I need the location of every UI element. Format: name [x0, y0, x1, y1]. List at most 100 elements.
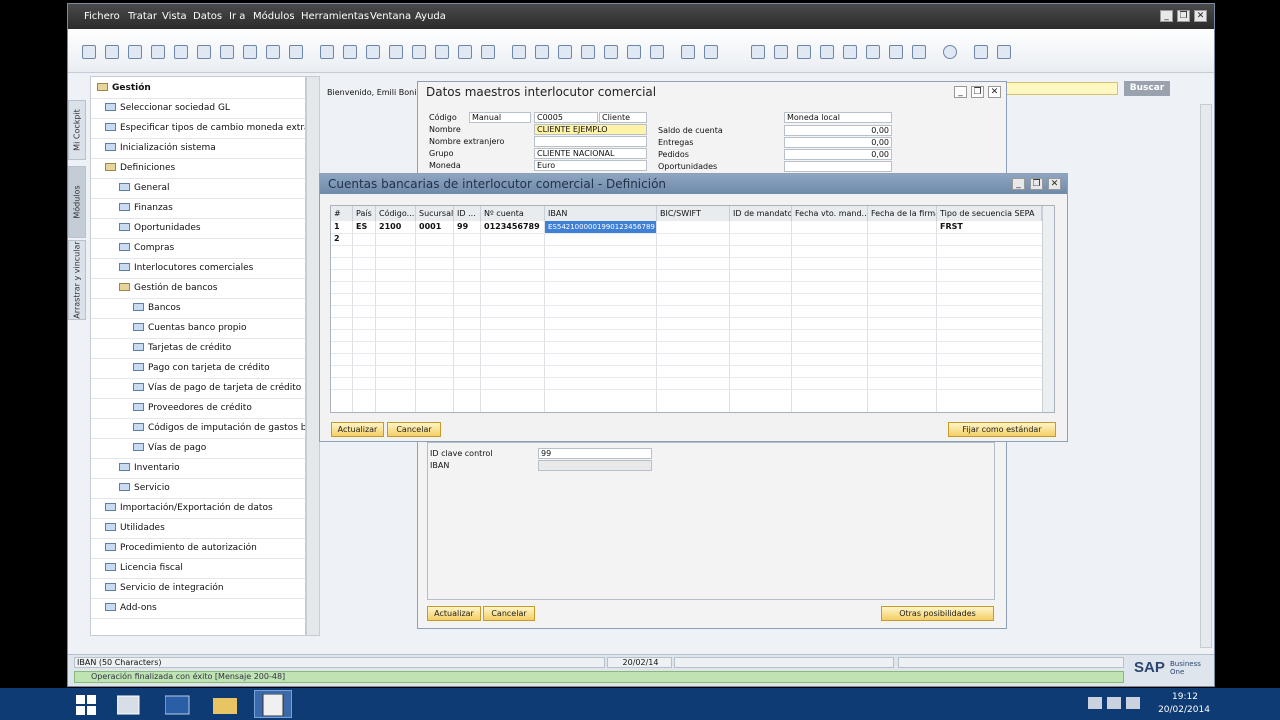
grid-cell-id[interactable]	[454, 233, 480, 245]
sms-icon[interactable]	[151, 45, 165, 59]
tree-item[interactable]: Finanzas	[119, 199, 305, 217]
grid-cell-pais[interactable]	[353, 233, 375, 245]
first-record-icon[interactable]	[366, 45, 380, 59]
codigo-field[interactable]: C0005	[534, 112, 598, 123]
bank-close-button[interactable]: ✕	[1048, 178, 1061, 190]
gross-profit-icon[interactable]	[604, 45, 618, 59]
users-icon[interactable]	[820, 45, 834, 59]
grid-cell-codigo[interactable]	[376, 233, 415, 245]
grid-cell-fecha_vto[interactable]	[792, 221, 867, 233]
network-icon[interactable]	[1107, 697, 1121, 709]
messages-icon[interactable]	[774, 45, 788, 59]
menu-datos[interactable]: Datos	[193, 11, 222, 22]
grid-cell-n[interactable]: 1	[331, 221, 352, 233]
tree-item[interactable]: Proveedores de crédito	[133, 399, 305, 417]
menu-ventana[interactable]: Ventana	[370, 11, 411, 22]
grid-scrollbar[interactable]	[1042, 206, 1054, 412]
nombre-field[interactable]: CLIENTE EJEMPLO	[534, 124, 647, 135]
find-icon[interactable]	[320, 45, 334, 59]
grid-cell-fecha_firma[interactable]	[868, 233, 936, 245]
tipo-select[interactable]: Cliente	[599, 112, 647, 123]
grid-cell-pais[interactable]: ES	[353, 221, 375, 233]
bank-minimize-button[interactable]: _	[1012, 178, 1025, 190]
base-document-icon[interactable]	[512, 45, 526, 59]
grid-cell-iban[interactable]	[545, 233, 656, 245]
tree-item[interactable]: General	[119, 179, 305, 197]
grid-column-header[interactable]: ID de mandato	[730, 206, 792, 221]
target-document-icon[interactable]	[535, 45, 549, 59]
menu-tratar[interactable]: Tratar	[128, 11, 157, 22]
grid-column-header[interactable]: #	[331, 206, 353, 221]
grid-cell-codigo[interactable]: 2100	[376, 221, 415, 233]
app-close-button[interactable]: ✕	[1194, 10, 1207, 22]
moneda-select[interactable]: Euro	[534, 160, 647, 171]
help-icon[interactable]	[943, 45, 957, 59]
clock-date[interactable]: 20/02/2014	[1150, 705, 1218, 715]
menu-fichero[interactable]: Fichero	[84, 11, 120, 22]
grid-cell-cuenta[interactable]	[481, 233, 544, 245]
filter-icon[interactable]	[458, 45, 472, 59]
grid-cell-mandato[interactable]	[730, 221, 791, 233]
related-map-icon[interactable]	[650, 45, 664, 59]
tree-item[interactable]: Servicio	[119, 479, 305, 497]
edit-icon[interactable]	[681, 45, 695, 59]
grid-cell-iban[interactable]: ES5421000001990123456789	[545, 221, 656, 233]
tree-item[interactable]: Add-ons	[105, 599, 305, 617]
tree-item[interactable]: Inventario	[119, 459, 305, 477]
print-icon[interactable]	[105, 45, 119, 59]
tree-item[interactable]: Importación/Exportación de datos	[105, 499, 305, 517]
export-excel-icon[interactable]	[197, 45, 211, 59]
tab-arrastrar-vincular[interactable]: Arrastrar y vincular	[68, 240, 86, 320]
launch-app-icon[interactable]	[266, 45, 280, 59]
tree-item[interactable]: Compras	[119, 239, 305, 257]
menu-vista[interactable]: Vista	[162, 11, 187, 22]
form-settings-icon[interactable]	[704, 45, 718, 59]
cockpit-icon[interactable]	[997, 45, 1011, 59]
grid-cell-sucursal[interactable]: 0001	[416, 221, 453, 233]
server-manager-icon[interactable]	[110, 690, 148, 718]
grid-column-header[interactable]: Nº cuenta	[481, 206, 545, 221]
bank-restore-button[interactable]: ❐	[1030, 178, 1043, 190]
sap-b1-task-icon[interactable]	[254, 690, 292, 718]
search-button[interactable]: Buscar	[1124, 81, 1170, 96]
tree-item[interactable]: Inicialización sistema	[105, 139, 305, 157]
tree-item[interactable]: Cuentas banco propio	[133, 319, 305, 337]
id-clave-field[interactable]: 99	[538, 448, 652, 459]
payment-means-icon[interactable]	[581, 45, 595, 59]
drag-relate-icon[interactable]	[843, 45, 857, 59]
menu-ayuda[interactable]: Ayuda	[415, 11, 446, 22]
tree-item[interactable]: Especificar tipos de cambio moneda extra…	[105, 119, 305, 137]
grid-column-header[interactable]: Código...	[376, 206, 416, 221]
grupo-select[interactable]: CLIENTE NACIONAL	[534, 148, 647, 159]
grid-cell-n[interactable]: 2	[331, 233, 352, 245]
grid-cell-fecha_vto[interactable]	[792, 233, 867, 245]
grid-cell-sepa[interactable]	[937, 233, 1041, 245]
fax-icon[interactable]	[174, 45, 188, 59]
last-record-icon[interactable]	[435, 45, 449, 59]
tree-item[interactable]: Gestión de bancos	[119, 279, 305, 297]
grid-column-header[interactable]: Sucursal	[416, 206, 454, 221]
tree-item[interactable]: Oportunidades	[119, 219, 305, 237]
grid-cell-cuenta[interactable]: 0123456789	[481, 221, 544, 233]
previous-record-icon[interactable]	[389, 45, 403, 59]
tree-item[interactable]: Definiciones	[105, 159, 305, 177]
tree-item[interactable]: Bancos	[133, 299, 305, 317]
db-tools-icon[interactable]	[974, 45, 988, 59]
journal-entry-icon[interactable]	[558, 45, 572, 59]
tree-scrollbar[interactable]	[306, 76, 320, 636]
fijar-estandar-button[interactable]: Fijar como estándar	[948, 422, 1056, 437]
bp-cancelar-button[interactable]: Cancelar	[483, 606, 535, 621]
grid-column-header[interactable]: IBAN	[545, 206, 657, 221]
menu-ir-a[interactable]: Ir a	[229, 11, 245, 22]
grid-column-header[interactable]: Fecha vto. mand...	[792, 206, 868, 221]
widgets-icon[interactable]	[912, 45, 926, 59]
tree-item[interactable]: Procedimiento de autorización	[105, 539, 305, 557]
grid-cell-mandato[interactable]	[730, 233, 791, 245]
tab-modulos[interactable]: Módulos	[68, 166, 86, 238]
bank-actualizar-button[interactable]: Actualizar	[331, 422, 384, 437]
grid-column-header[interactable]: Tipo de secuencia SEPA	[937, 206, 1042, 221]
tree-item[interactable]: Utilidades	[105, 519, 305, 537]
codigo-series-select[interactable]: Manual	[469, 112, 531, 123]
preview-icon[interactable]	[82, 45, 96, 59]
tree-item[interactable]: Interlocutores comerciales	[119, 259, 305, 277]
